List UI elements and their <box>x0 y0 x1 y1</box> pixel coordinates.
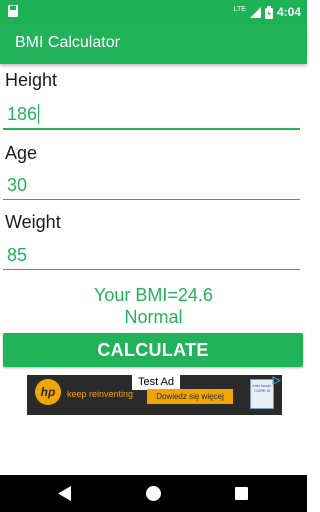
calculate-button[interactable]: CALCULATE <box>3 333 303 367</box>
home-icon[interactable] <box>146 486 161 501</box>
weight-value: 85 <box>7 245 28 265</box>
age-value: 30 <box>7 175 28 195</box>
text-cursor <box>38 104 40 124</box>
ad-cta-button[interactable]: Dowiedz się więcej <box>147 389 233 404</box>
bmi-category-text: Normal <box>124 307 183 327</box>
age-input[interactable]: 30 <box>7 175 27 196</box>
app-title: BMI Calculator <box>15 34 120 51</box>
ad-banner[interactable]: hp keep reinventing Test Ad Dowiedz się … <box>27 375 282 415</box>
hp-logo-icon: hp <box>35 379 61 405</box>
status-icons: LTE 4:04 <box>234 0 301 24</box>
bmi-calculator-screen: LTE 4:04 BMI Calculator Height 186 Age 3… <box>0 0 307 512</box>
height-value: 186 <box>7 104 38 124</box>
status-bar: LTE 4:04 <box>0 0 307 24</box>
status-clock: 4:04 <box>276 5 301 19</box>
weight-input[interactable]: 85 <box>7 245 27 266</box>
recents-icon[interactable] <box>235 487 248 500</box>
signal-icon <box>249 6 261 18</box>
ad-tagline: keep reinventing <box>67 389 134 399</box>
ad-choices-icon[interactable] <box>272 376 281 385</box>
save-icon <box>8 5 18 17</box>
lte-label: LTE <box>233 5 246 13</box>
battery-icon <box>264 5 273 19</box>
bmi-result-text: Your BMI=24.6 <box>94 285 213 305</box>
age-label: Age <box>5 143 38 163</box>
age-input-underline <box>3 199 300 200</box>
test-ad-badge: Test Ad <box>132 375 180 390</box>
navigation-bar <box>0 475 307 512</box>
app-bar: BMI Calculator <box>0 24 307 64</box>
weight-label: Weight <box>5 212 61 232</box>
height-input-underline <box>3 128 300 130</box>
height-input[interactable]: 186 <box>7 104 40 125</box>
weight-input-underline <box>3 269 300 270</box>
intel-logo-icon: intel inside CORE i5 <box>250 379 274 409</box>
back-icon[interactable] <box>58 486 72 501</box>
height-label: Height <box>5 70 58 90</box>
